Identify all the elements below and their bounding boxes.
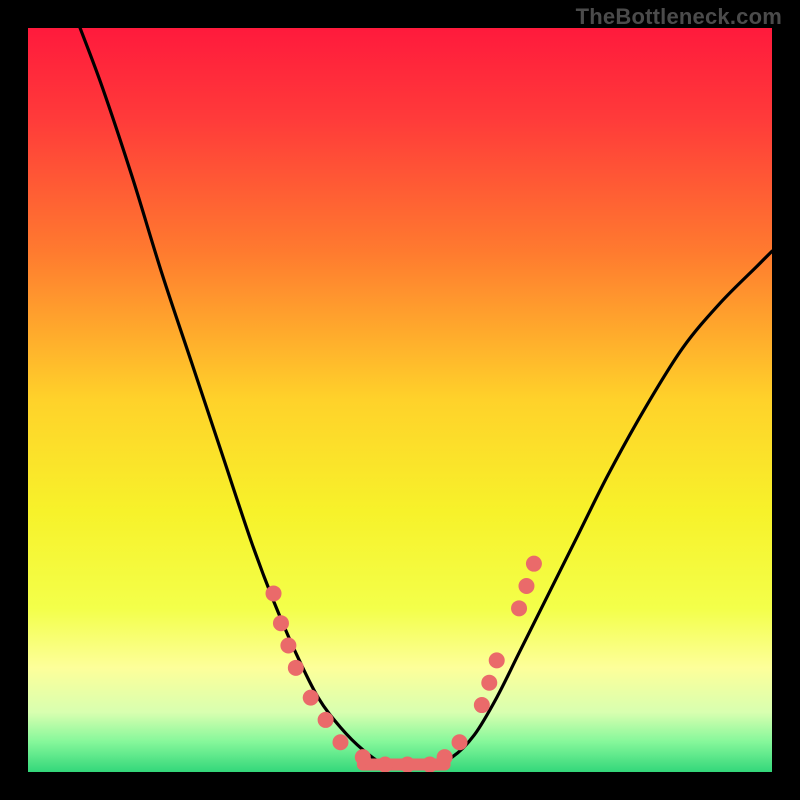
data-marker: [526, 556, 542, 572]
data-marker: [481, 675, 497, 691]
plot-area: [28, 28, 772, 772]
data-marker: [489, 652, 505, 668]
data-marker: [452, 734, 468, 750]
data-marker: [318, 712, 334, 728]
data-marker: [355, 749, 371, 765]
data-marker: [474, 697, 490, 713]
gradient-background: [28, 28, 772, 772]
data-marker: [303, 690, 319, 706]
chart-frame: TheBottleneck.com: [0, 0, 800, 800]
data-marker: [437, 749, 453, 765]
data-marker: [280, 638, 296, 654]
data-marker: [377, 757, 393, 772]
data-marker: [273, 615, 289, 631]
bottleneck-chart: [28, 28, 772, 772]
credit-watermark: TheBottleneck.com: [576, 4, 782, 30]
data-marker: [332, 734, 348, 750]
data-marker: [399, 757, 415, 772]
data-marker: [511, 600, 527, 616]
data-marker: [288, 660, 304, 676]
data-marker: [266, 585, 282, 601]
data-marker: [518, 578, 534, 594]
data-marker: [422, 757, 438, 772]
